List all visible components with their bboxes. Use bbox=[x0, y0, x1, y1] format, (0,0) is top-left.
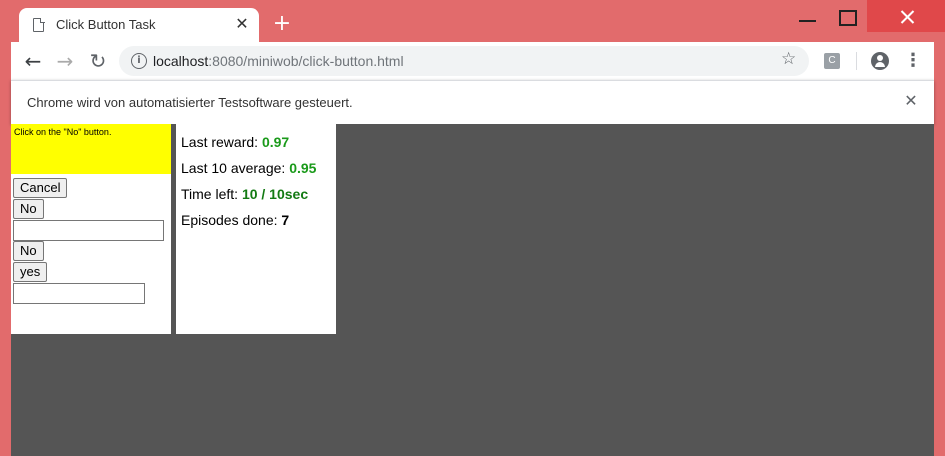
url-path: :8080/miniwob/click-button.html bbox=[208, 53, 404, 69]
no-button-1[interactable]: No bbox=[13, 199, 44, 219]
text-field-2[interactable] bbox=[13, 283, 145, 304]
infobar-text: Chrome wird von automatisierter Testsoft… bbox=[27, 95, 353, 110]
page-content: Click on the "No" button. Cancel No No y… bbox=[11, 124, 934, 456]
last-reward: Last reward: 0.97 bbox=[181, 134, 289, 150]
automation-infobar: Chrome wird von automatisierter Testsoft… bbox=[11, 80, 934, 124]
profile-icon[interactable] bbox=[871, 52, 889, 70]
episodes-done: Episodes done: 7 bbox=[181, 212, 289, 228]
time-left-value: 10 / 10sec bbox=[241, 186, 309, 202]
yes-button[interactable]: yes bbox=[13, 262, 48, 282]
url-host: localhost bbox=[153, 53, 209, 69]
stats-panel: Last reward: 0.97 Last 10 average: 0.95 … bbox=[176, 124, 336, 334]
text-field-1[interactable] bbox=[13, 220, 164, 241]
last-10-value: 0.95 bbox=[289, 160, 317, 176]
task-panel: Click on the "No" button. Cancel No No y… bbox=[11, 124, 171, 334]
close-window-button[interactable] bbox=[867, 0, 945, 32]
browser-window: Click Button Task ✕ + ← → ↻ i localhost:… bbox=[0, 0, 945, 456]
time-left: Time left: 10 / 10sec bbox=[181, 186, 308, 202]
address-bar[interactable]: i localhost:8080/miniwob/click-button.ht… bbox=[119, 46, 809, 76]
url-text: localhost:8080/miniwob/click-button.html bbox=[153, 53, 404, 69]
reload-icon[interactable]: ↻ bbox=[86, 49, 110, 73]
cancel-button[interactable]: Cancel bbox=[13, 178, 68, 198]
last-10-average: Last 10 average: 0.95 bbox=[181, 160, 316, 176]
no-button-2[interactable]: No bbox=[13, 241, 44, 261]
episodes-label: Episodes done: bbox=[181, 212, 282, 228]
tab-close-icon[interactable]: ✕ bbox=[232, 14, 252, 34]
task-query: Click on the "No" button. bbox=[11, 124, 171, 174]
extension-icon[interactable]: C bbox=[824, 53, 840, 69]
info-icon[interactable]: i bbox=[131, 53, 147, 69]
menu-kebab-icon[interactable]: ⋮ bbox=[904, 50, 922, 74]
browser-toolbar: ← → ↻ i localhost:8080/miniwob/click-but… bbox=[11, 42, 934, 80]
back-arrow-icon[interactable]: ← bbox=[21, 49, 45, 73]
browser-tab[interactable]: Click Button Task ✕ bbox=[19, 8, 259, 42]
forward-arrow-icon[interactable]: → bbox=[53, 49, 77, 73]
time-left-label: Time left: bbox=[181, 186, 242, 202]
bookmark-star-icon[interactable]: ☆ bbox=[781, 49, 796, 69]
last-reward-label: Last reward: bbox=[181, 134, 262, 150]
last-10-label: Last 10 average: bbox=[181, 160, 290, 176]
maximize-button[interactable] bbox=[823, 0, 869, 32]
page-icon bbox=[33, 17, 45, 32]
new-tab-button[interactable]: + bbox=[270, 12, 294, 36]
toolbar-divider bbox=[856, 52, 857, 70]
infobar-close-icon[interactable]: ✕ bbox=[901, 91, 921, 111]
last-reward-value: 0.97 bbox=[261, 134, 290, 150]
tab-title: Click Button Task bbox=[56, 17, 156, 32]
episodes-value: 7 bbox=[281, 212, 290, 228]
